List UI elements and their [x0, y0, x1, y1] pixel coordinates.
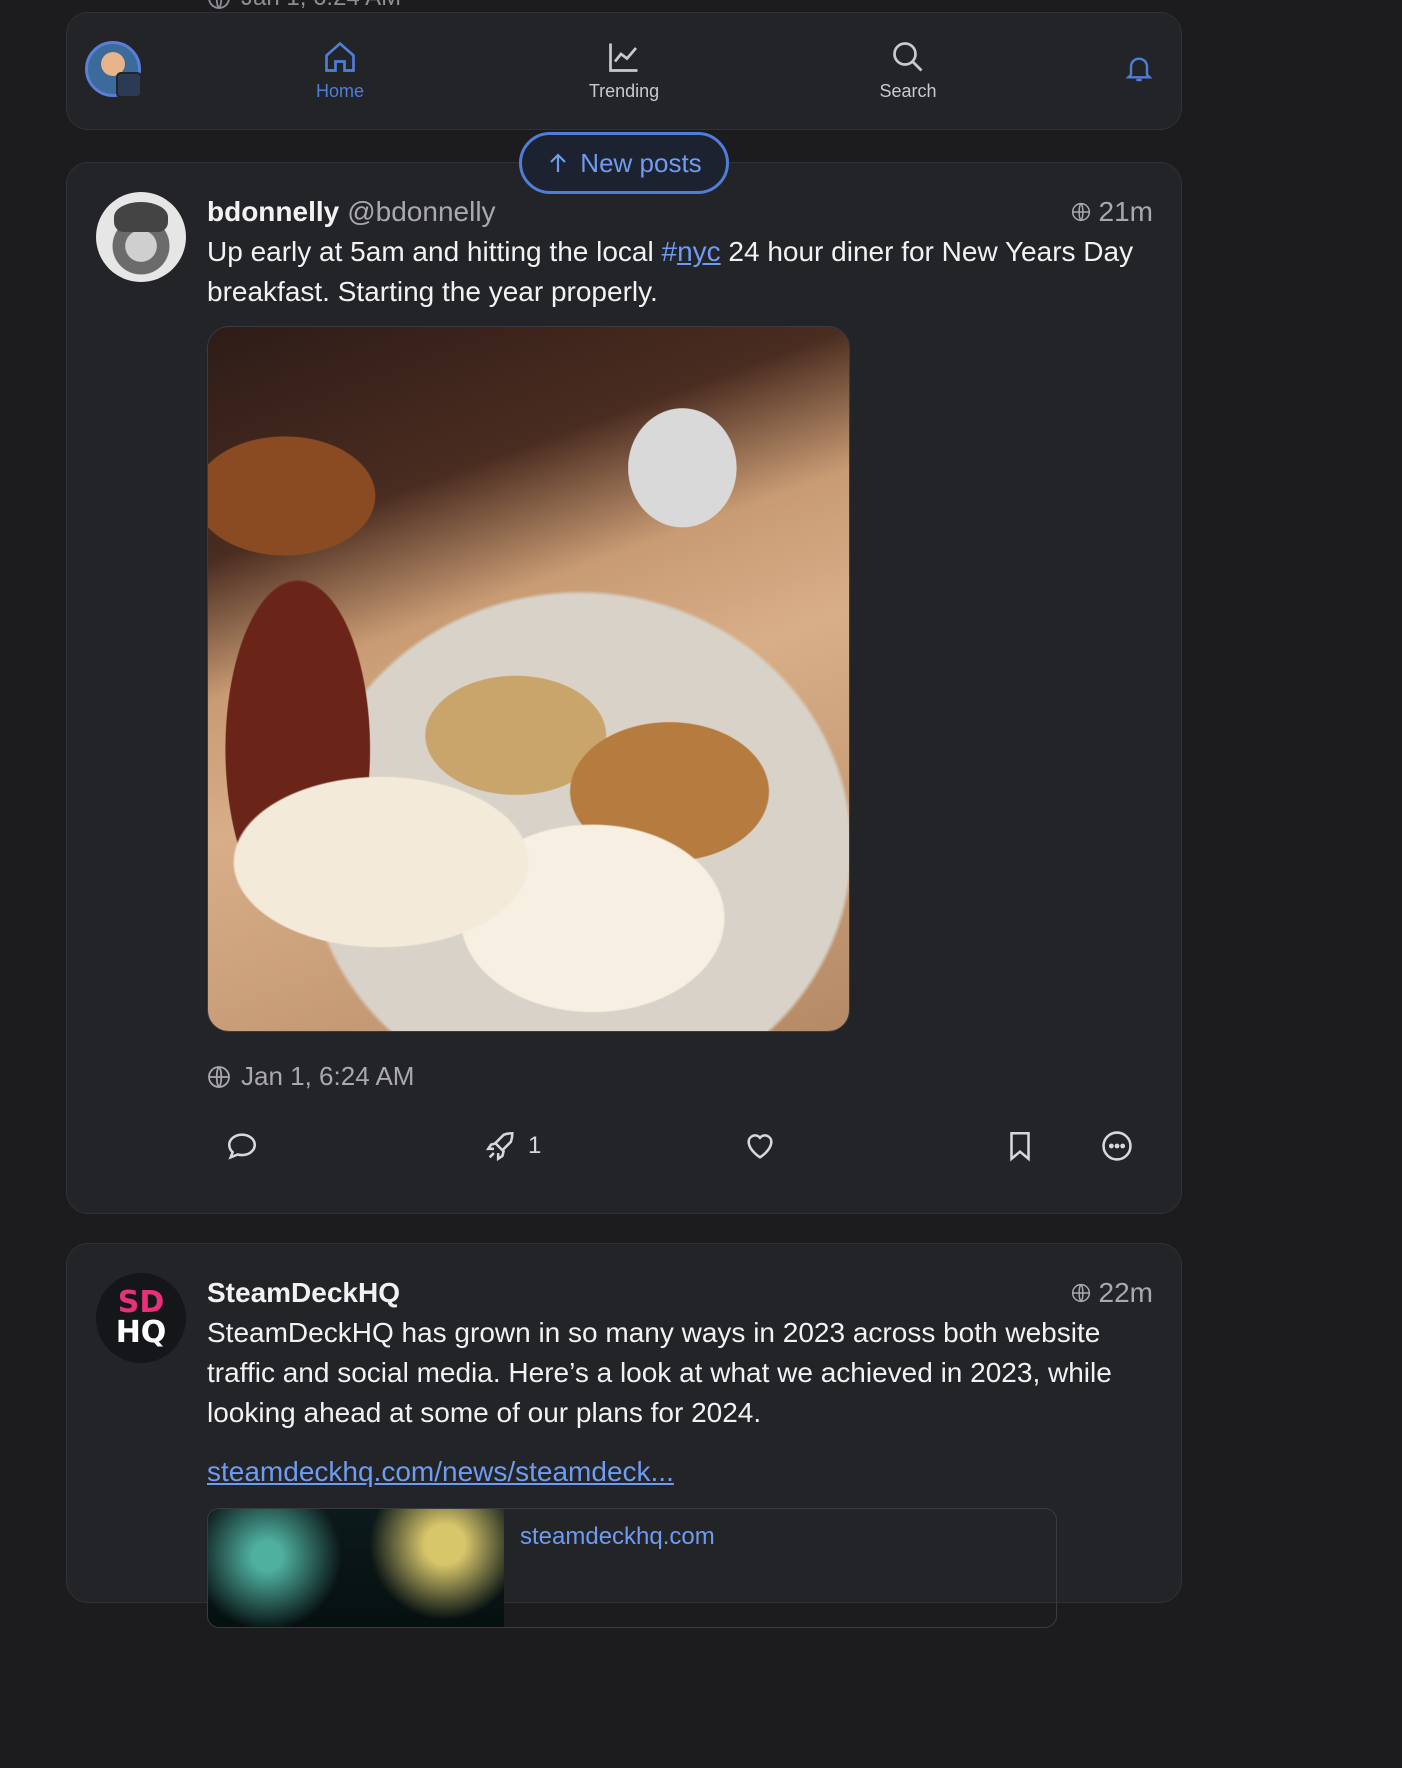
post-card[interactable]: SD HQ SteamDeckHQ 22m SteamDeckHQ has gr… [66, 1243, 1182, 1628]
previous-post-timestamp: Jan 1, 6:24 AM [207, 0, 401, 12]
avatar[interactable] [96, 192, 186, 282]
bookmark-button[interactable] [1003, 1129, 1037, 1163]
post-actions: 1 [207, 1129, 1147, 1169]
boost-button[interactable]: 1 [484, 1129, 541, 1163]
display-name[interactable]: SteamDeckHQ [207, 1277, 400, 1309]
bookmark-icon [1010, 1131, 1030, 1162]
nav-trending-label: Trending [588, 81, 660, 101]
new-posts-label: New posts [580, 147, 702, 178]
globe-icon [1071, 202, 1090, 222]
hashtag-word: nyc [677, 236, 721, 267]
post-link[interactable]: steamdeckhq.com/news/steamdeck... [207, 1456, 674, 1488]
link-preview-card[interactable]: steamdeckhq.com [207, 1508, 1057, 1628]
more-button[interactable] [1100, 1129, 1134, 1163]
rocket-icon [485, 1131, 514, 1162]
arrow-up-icon [550, 153, 567, 172]
relative-time-text: 22m [1098, 1277, 1153, 1308]
globe-icon [1071, 1283, 1090, 1303]
account-switch-icon [116, 72, 142, 98]
handle[interactable]: @bdonnelly [347, 196, 495, 228]
previous-post-timestamp-text: Jan 1, 6:24 AM [241, 0, 401, 12]
post-header: bdonnelly @bdonnelly 21m [207, 192, 1153, 232]
display-name[interactable]: bdonnelly [207, 196, 339, 228]
reply-icon [227, 1133, 257, 1160]
globe-icon [208, 0, 230, 9]
more-icon [1102, 1131, 1132, 1161]
post-header: SteamDeckHQ 22m [207, 1273, 1153, 1313]
hashtag-link[interactable]: #nyc [661, 236, 720, 267]
top-navigation: Home Trending Search [66, 12, 1182, 130]
nav-home[interactable]: Home [280, 39, 400, 102]
nav-home-label: Home [315, 81, 364, 101]
avatar[interactable]: SD HQ [96, 1273, 186, 1363]
bell-icon [1125, 57, 1153, 82]
post-text-before: Up early at 5am and hitting the local [207, 236, 662, 267]
trending-icon [609, 43, 638, 72]
relative-time[interactable]: 21m [1071, 196, 1153, 228]
relative-time[interactable]: 22m [1071, 1277, 1153, 1309]
account-avatar[interactable] [85, 41, 142, 98]
hashtag-symbol: # [661, 236, 678, 267]
nav-trending[interactable]: Trending [564, 39, 684, 102]
link-preview-thumbnail [208, 1509, 504, 1627]
link-preview-domain: steamdeckhq.com [520, 1523, 715, 1550]
boost-count: 1 [528, 1132, 542, 1159]
nav-search[interactable]: Search [848, 39, 968, 102]
globe-icon [208, 1065, 230, 1088]
notifications-button[interactable] [1123, 51, 1155, 90]
home-icon [325, 41, 355, 72]
post-timestamp-text: Jan 1, 6:24 AM [241, 1061, 415, 1091]
heart-icon [747, 1134, 773, 1159]
reply-button[interactable] [225, 1129, 259, 1163]
post-media-image[interactable] [207, 326, 850, 1032]
post-content: Up early at 5am and hitting the local #n… [207, 232, 1153, 312]
nav-search-label: Search [879, 81, 937, 101]
post-card[interactable]: bdonnelly @bdonnelly 21m Up early at 5am… [66, 162, 1182, 1214]
avatar-hat [114, 202, 168, 232]
relative-time-text: 21m [1098, 196, 1153, 227]
avatar-logo-top: SD [117, 1285, 165, 1320]
post-content: SteamDeckHQ has grown in so many ways in… [207, 1317, 1112, 1428]
post-timestamp[interactable]: Jan 1, 6:24 AM [207, 1061, 414, 1092]
favourite-button[interactable] [743, 1129, 777, 1163]
search-icon [893, 42, 923, 72]
avatar-logo-bottom: HQ [115, 1315, 167, 1350]
new-posts-button[interactable]: New posts [519, 132, 729, 194]
